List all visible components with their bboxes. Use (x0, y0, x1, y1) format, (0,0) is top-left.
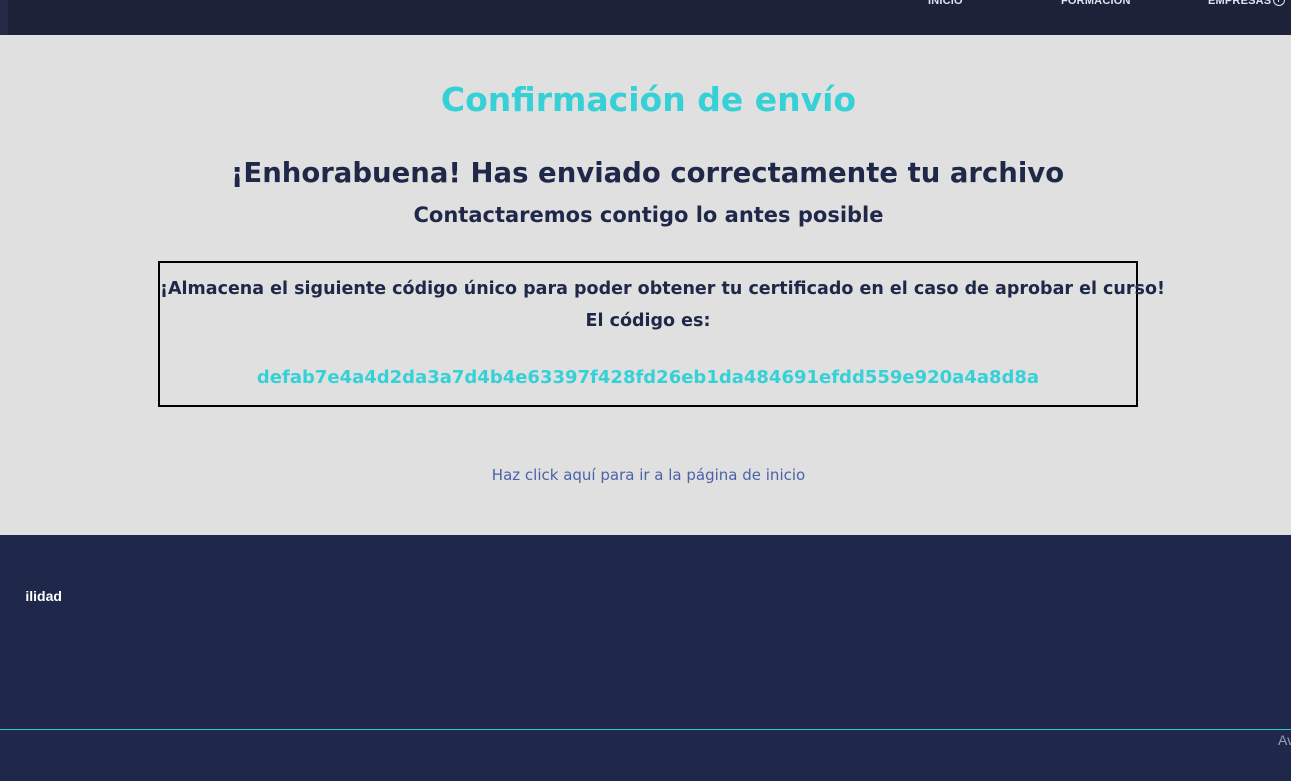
plus-circle-icon[interactable] (1273, 0, 1285, 6)
main-content: Confirmación de envío ¡Enhorabuena! Has … (0, 35, 1291, 535)
code-box: ¡Almacena el siguiente código único para… (158, 261, 1165, 407)
top-header: INICIO FORMACIÓN EMPRESAS (0, 0, 1291, 35)
footer: accesibilidad Av (0, 535, 1291, 781)
nav-item-formacion[interactable]: FORMACIÓN (1061, 0, 1131, 8)
nav-item-empresas[interactable]: EMPRESAS (1208, 0, 1271, 8)
success-message: ¡Enhorabuena! Has enviado correctamente … (230, 157, 1065, 189)
header-left-strip (0, 0, 8, 35)
code-instructions: ¡Almacena el siguiente código único para… (160, 279, 1165, 299)
home-page-link[interactable]: Haz click aquí para ir a la página de in… (0, 465, 1291, 485)
footer-divider (0, 729, 1291, 730)
unique-code: defab7e4a4d2da3a7d4b4e63397f428fd26eb1da… (256, 367, 1040, 388)
footer-legal-text[interactable]: Av (1278, 731, 1291, 749)
footer-link-accesibilidad[interactable]: accesibilidad (0, 587, 62, 605)
contact-message: Contactaremos contigo lo antes posible (413, 203, 884, 227)
code-label: El código es: (585, 311, 711, 331)
page-title: Confirmación de envío (440, 80, 857, 119)
nav-item-inicio[interactable]: INICIO (928, 0, 963, 8)
